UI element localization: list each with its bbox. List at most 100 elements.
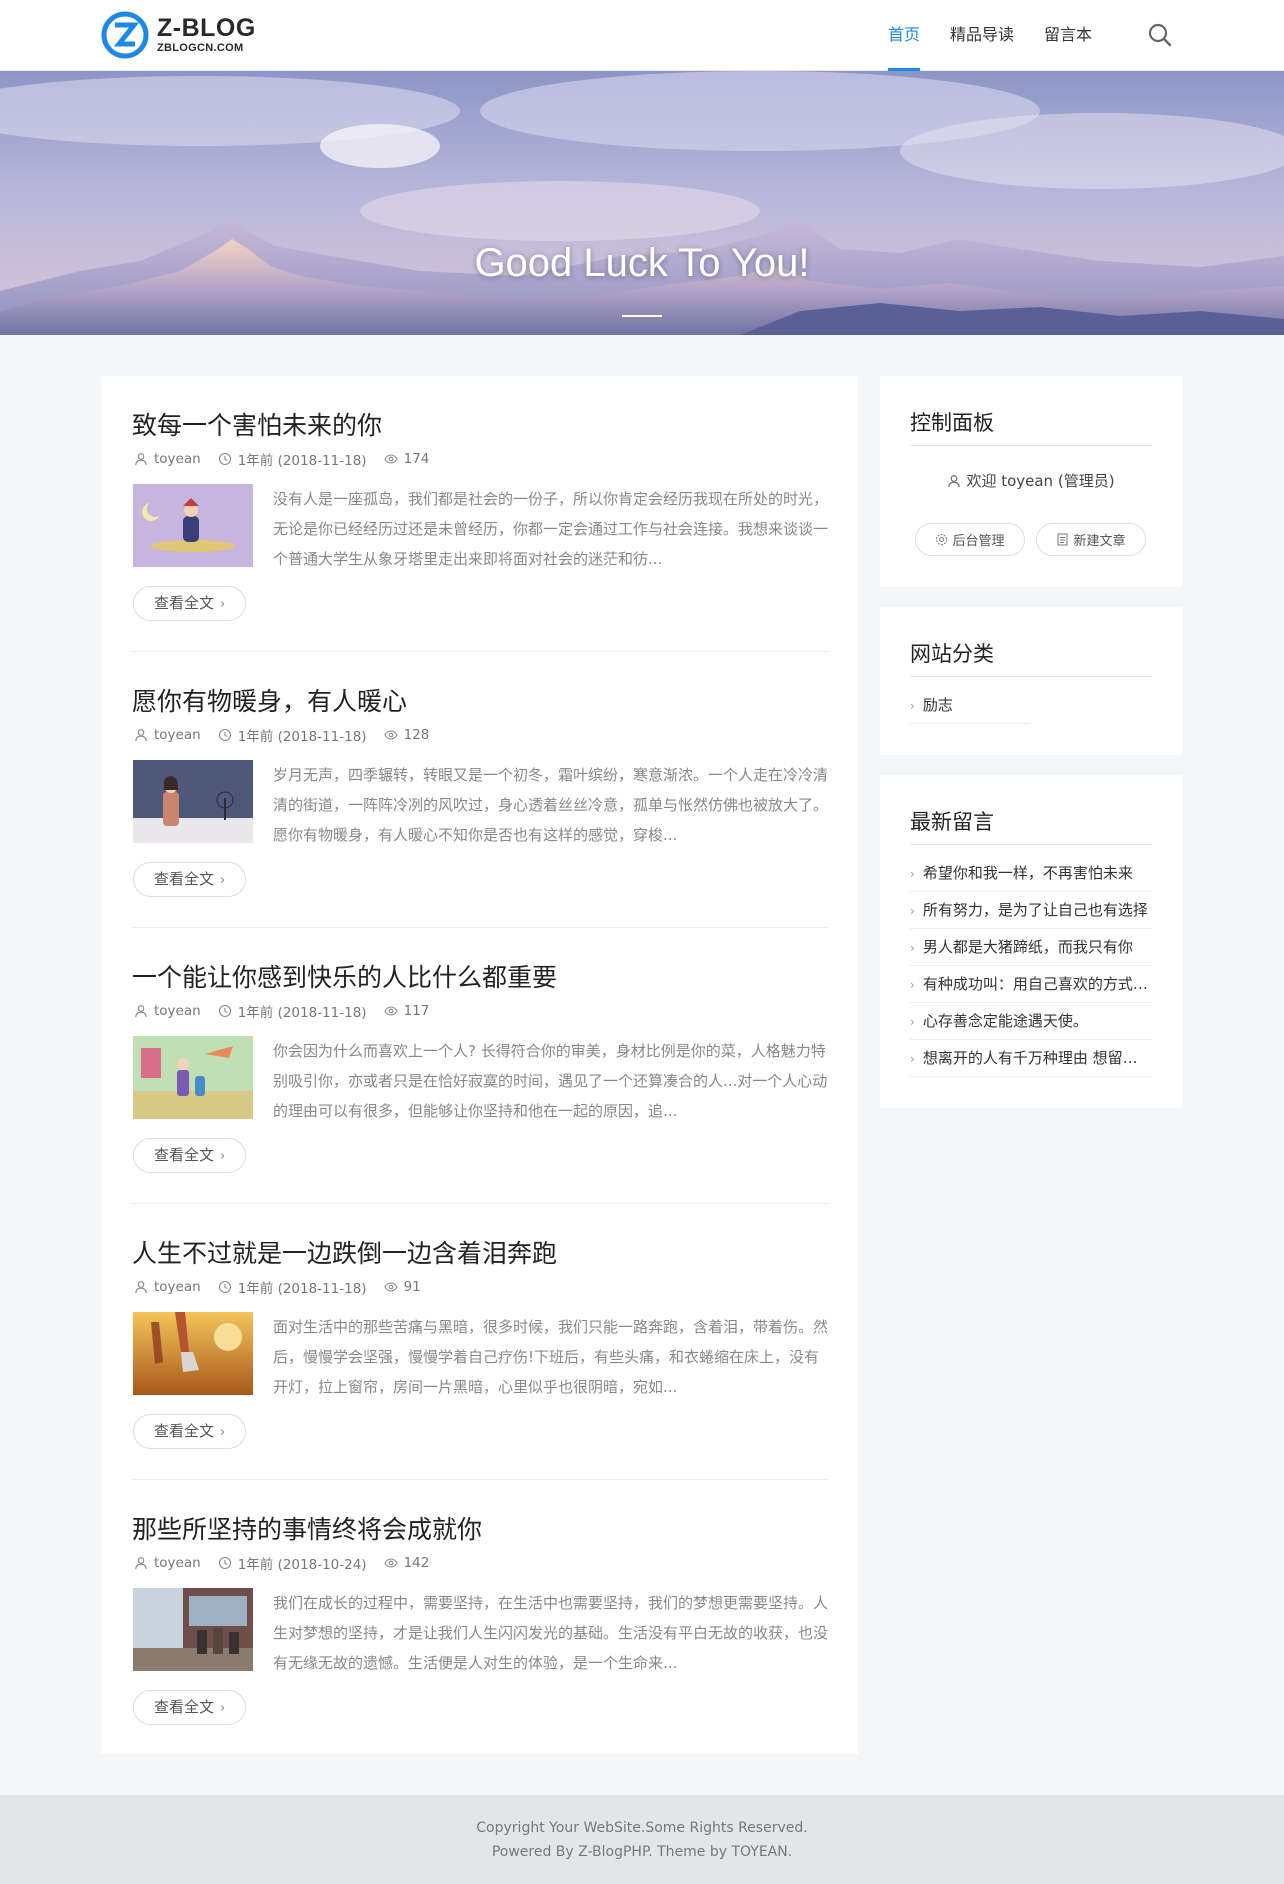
read-more-label: 查看全文 bbox=[154, 1698, 215, 1716]
gear-icon bbox=[936, 534, 948, 545]
post-date: 1年前 (2018-11-18) bbox=[237, 1281, 367, 1297]
chevron-right-icon: › bbox=[910, 1052, 915, 1066]
comment-text: 希望你和我一样，不再害怕未来 bbox=[922, 864, 1133, 882]
search-icon[interactable] bbox=[1147, 22, 1173, 48]
post-views: 174 bbox=[403, 451, 430, 467]
comment-text: 所有努力，是为了让自己也有选择 bbox=[922, 901, 1148, 919]
post-thumbnail[interactable] bbox=[133, 1588, 253, 1671]
clock-icon bbox=[218, 452, 231, 466]
post-meta: toyean 1年前 (2018-11-18) 117 bbox=[134, 1001, 446, 1021]
admin-dashboard-label: 后台管理 bbox=[952, 534, 1005, 549]
nav-guestbook[interactable]: 留言本 bbox=[1044, 0, 1092, 71]
post-author[interactable]: toyean bbox=[154, 1555, 201, 1571]
widget-title: 网站分类 bbox=[910, 642, 994, 666]
comment-item[interactable]: › 想离开的人有千万种理由 想留下的人 bbox=[910, 1040, 1152, 1077]
control-panel-widget: 控制面板 欢迎 toyean (管理员) 后台管理 新建文章 bbox=[880, 376, 1182, 587]
eye-icon bbox=[383, 1558, 398, 1568]
read-more-button[interactable]: 查看全文 › bbox=[133, 1138, 247, 1173]
read-more-button[interactable]: 查看全文 › bbox=[133, 586, 247, 621]
admin-dashboard-button[interactable]: 后台管理 bbox=[915, 523, 1025, 556]
comment-item[interactable]: › 有种成功叫：用自己喜欢的方式过一生 bbox=[910, 966, 1152, 1003]
site-logo[interactable]: Z-BLOG ZBLOGCN.COM bbox=[101, 11, 256, 59]
post-author[interactable]: toyean bbox=[154, 1279, 201, 1295]
comment-text: 心存善念定能途遇天使。 bbox=[922, 1012, 1088, 1030]
post-author[interactable]: toyean bbox=[154, 727, 201, 743]
eye-icon bbox=[383, 1006, 398, 1016]
post-author[interactable]: toyean bbox=[154, 1003, 201, 1019]
post-views: 142 bbox=[403, 1555, 430, 1571]
site-header: Z-BLOG ZBLOGCN.COM 首页 精品导读 留言本 bbox=[0, 0, 1284, 71]
read-more-label: 查看全文 bbox=[154, 1146, 215, 1164]
post-title[interactable]: 那些所坚持的事情终将会成就你 bbox=[132, 1510, 482, 1546]
post-author[interactable]: toyean bbox=[154, 451, 201, 467]
comment-item[interactable]: › 希望你和我一样，不再害怕未来 bbox=[910, 855, 1152, 892]
hero-banner: Good Luck To You! bbox=[0, 71, 1284, 335]
latest-comments-widget: 最新留言 › 希望你和我一样，不再害怕未来 › 所有努力，是为了让自己也有选择 › 男… bbox=[880, 775, 1182, 1108]
new-post-button[interactable]: 新建文章 bbox=[1036, 523, 1146, 556]
post-item: 那些所坚持的事情终将会成就你 toyean 1年前 (2018-10-24) 1… bbox=[132, 1480, 829, 1756]
powered-prefix: Powered By bbox=[491, 1844, 579, 1860]
read-more-label: 查看全文 bbox=[154, 1422, 215, 1440]
zblogphp-link[interactable]: Z-BlogPHP bbox=[578, 1844, 648, 1860]
nav-featured[interactable]: 精品导读 bbox=[950, 0, 1014, 71]
new-post-label: 新建文章 bbox=[1073, 534, 1126, 549]
post-views: 91 bbox=[403, 1279, 421, 1295]
eye-icon bbox=[383, 454, 398, 464]
post-meta: toyean 1年前 (2018-10-24) 142 bbox=[134, 1553, 446, 1573]
post-item: 致每一个害怕未来的你 toyean 1年前 (2018-11-18) 174 没… bbox=[132, 376, 829, 652]
widget-divider bbox=[910, 844, 1152, 845]
chevron-right-icon: › bbox=[220, 597, 226, 612]
user-icon bbox=[948, 474, 961, 487]
post-excerpt: 没有人是一座孤岛，我们都是社会的一份子，所以你肯定会经历我现在所处的时光，无论是… bbox=[273, 490, 829, 568]
user-icon bbox=[135, 1557, 147, 1570]
post-thumbnail[interactable] bbox=[133, 1312, 253, 1395]
widget-divider bbox=[910, 445, 1152, 446]
post-title[interactable]: 愿你有物暖身，有人暖心 bbox=[132, 682, 407, 718]
post-thumbnail[interactable] bbox=[133, 484, 253, 567]
eye-icon bbox=[383, 730, 398, 740]
theme-text: . Theme by bbox=[648, 1844, 732, 1860]
post-title[interactable]: 人生不过就是一边跌倒一边含着泪奔跑 bbox=[132, 1234, 557, 1270]
footer-end: . bbox=[787, 1844, 793, 1860]
welcome-text: 欢迎 toyean (管理员) bbox=[880, 470, 1182, 491]
powered-by-text: Powered By Z-BlogPHP. Theme by TOYEAN. bbox=[0, 1844, 1284, 1860]
copyright-text: Copyright Your WebSite.Some Rights Reser… bbox=[476, 1820, 808, 1836]
post-title[interactable]: 致每一个害怕未来的你 bbox=[132, 406, 382, 442]
category-label: 励志 bbox=[922, 696, 953, 714]
comment-text: 男人都是大猪蹄纸，而我只有你 bbox=[922, 938, 1133, 956]
nav-home[interactable]: 首页 bbox=[888, 0, 921, 71]
comment-item[interactable]: › 心存善念定能途遇天使。 bbox=[910, 1003, 1152, 1040]
post-title[interactable]: 一个能让你感到快乐的人比什么都重要 bbox=[132, 958, 557, 994]
post-thumbnail[interactable] bbox=[133, 1036, 253, 1119]
post-excerpt: 我们在成长的过程中，需要坚持，在生活中也需要坚持，我们的梦想更需要坚持。人生对梦… bbox=[273, 1594, 829, 1672]
toyean-link[interactable]: TOYEAN bbox=[731, 1844, 787, 1860]
eye-icon bbox=[383, 1282, 398, 1292]
comment-item[interactable]: › 所有努力，是为了让自己也有选择 bbox=[910, 892, 1152, 929]
post-excerpt: 你会因为什么而喜欢上一个人? 长得符合你的审美，身材比例是你的菜，人格魅力特别吸… bbox=[273, 1042, 828, 1120]
chevron-right-icon: › bbox=[910, 699, 915, 713]
categories-widget: 网站分类 › 励志 bbox=[880, 607, 1182, 755]
banner-title: Good Luck To You! bbox=[474, 241, 810, 285]
post-excerpt: 面对生活中的那些苦痛与黑暗，很多时候，我们只能一路奔跑，含着泪，带着伤。然后，慢… bbox=[273, 1318, 829, 1396]
document-icon bbox=[1057, 533, 1068, 546]
mountain-banner-image bbox=[0, 71, 1284, 335]
read-more-button[interactable]: 查看全文 › bbox=[133, 1414, 247, 1449]
chevron-right-icon: › bbox=[220, 1701, 226, 1716]
read-more-button[interactable]: 查看全文 › bbox=[133, 1690, 247, 1725]
read-more-button[interactable]: 查看全文 › bbox=[133, 862, 247, 897]
chevron-right-icon: › bbox=[910, 904, 915, 918]
welcome-label[interactable]: 欢迎 toyean (管理员) bbox=[966, 470, 1114, 491]
category-item[interactable]: › 励志 bbox=[910, 687, 1030, 724]
comment-item[interactable]: › 男人都是大猪蹄纸，而我只有你 bbox=[910, 929, 1152, 966]
chevron-right-icon: › bbox=[910, 867, 915, 881]
comment-text: 想离开的人有千万种理由 想留下的人 bbox=[922, 1049, 1152, 1067]
post-date: 1年前 (2018-10-24) bbox=[237, 1557, 367, 1573]
post-item: 人生不过就是一边跌倒一边含着泪奔跑 toyean 1年前 (2018-11-18… bbox=[132, 1204, 829, 1480]
user-icon bbox=[135, 1281, 147, 1294]
clock-icon bbox=[218, 1280, 231, 1294]
post-item: 愿你有物暖身，有人暖心 toyean 1年前 (2018-11-18) 128 … bbox=[132, 652, 829, 928]
post-thumbnail[interactable] bbox=[133, 760, 253, 843]
clock-icon bbox=[218, 1004, 231, 1018]
chevron-right-icon: › bbox=[910, 1015, 915, 1029]
post-date: 1年前 (2018-11-18) bbox=[237, 1005, 367, 1021]
